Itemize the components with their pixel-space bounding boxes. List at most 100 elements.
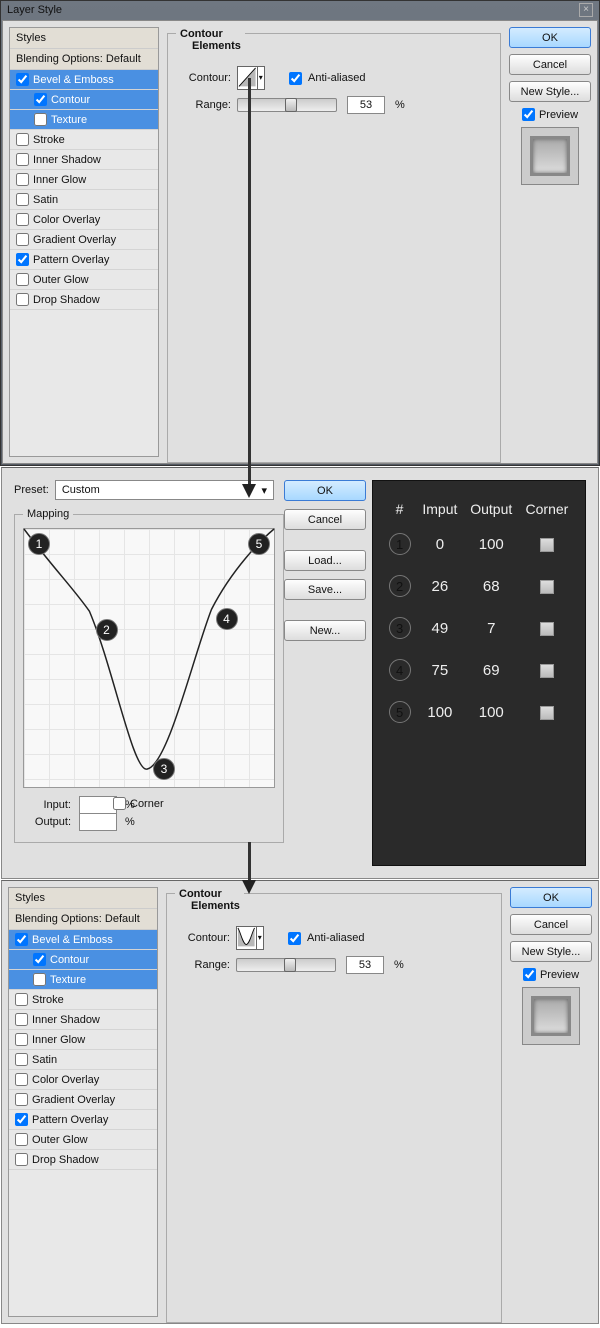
editor-ok-button[interactable]: OK: [284, 480, 366, 501]
preset-label: Preset:: [14, 484, 49, 496]
blending-options[interactable]: Blending Options: Default: [10, 49, 158, 70]
style-checkbox[interactable]: [16, 73, 29, 86]
style-checkbox[interactable]: [16, 153, 29, 166]
style-item[interactable]: Texture: [10, 110, 158, 130]
contour-picker[interactable]: ▾: [236, 926, 264, 950]
style-checkbox[interactable]: [16, 253, 29, 266]
style-item[interactable]: Texture: [9, 970, 157, 990]
corner-box[interactable]: [540, 580, 554, 594]
range-slider[interactable]: [237, 98, 337, 112]
style-checkbox[interactable]: [15, 1153, 28, 1166]
style-item[interactable]: Gradient Overlay: [10, 230, 158, 250]
style-item[interactable]: Gradient Overlay: [9, 1090, 157, 1110]
style-item[interactable]: Satin: [9, 1050, 157, 1070]
curve-point-3[interactable]: 3: [153, 758, 175, 780]
cancel-button[interactable]: Cancel: [509, 54, 591, 75]
curve-point-5[interactable]: 5: [248, 533, 270, 555]
style-item[interactable]: Drop Shadow: [10, 290, 158, 310]
style-item[interactable]: Bevel & Emboss: [10, 70, 158, 90]
ok-button[interactable]: OK: [510, 887, 592, 908]
style-checkbox[interactable]: [15, 1093, 28, 1106]
style-item[interactable]: Stroke: [10, 130, 158, 150]
style-label: Color Overlay: [32, 1074, 99, 1086]
range-input[interactable]: [346, 956, 384, 974]
range-slider[interactable]: [236, 958, 336, 972]
preview-checkbox[interactable]: [523, 968, 536, 981]
style-checkbox[interactable]: [16, 173, 29, 186]
style-label: Stroke: [33, 134, 65, 146]
style-checkbox[interactable]: [15, 1013, 28, 1026]
style-label: Inner Shadow: [32, 1014, 100, 1026]
style-item[interactable]: Inner Glow: [9, 1030, 157, 1050]
range-input[interactable]: [347, 96, 385, 114]
new-style-button[interactable]: New Style...: [509, 81, 591, 102]
style-item[interactable]: Outer Glow: [9, 1130, 157, 1150]
style-label: Satin: [32, 1054, 57, 1066]
corner-checkbox[interactable]: [113, 797, 126, 810]
style-item[interactable]: Inner Glow: [10, 170, 158, 190]
chevron-down-icon[interactable]: ▾: [256, 927, 263, 949]
style-label: Gradient Overlay: [32, 1094, 115, 1106]
load-button[interactable]: Load...: [284, 550, 366, 571]
curve-point-1[interactable]: 1: [28, 533, 50, 555]
style-label: Contour: [50, 954, 89, 966]
style-label: Texture: [50, 974, 86, 986]
style-checkbox[interactable]: [15, 1033, 28, 1046]
cancel-button[interactable]: Cancel: [510, 914, 592, 935]
style-checkbox[interactable]: [33, 973, 46, 986]
style-item[interactable]: Stroke: [9, 990, 157, 1010]
style-checkbox[interactable]: [16, 133, 29, 146]
table-row: 10100: [383, 523, 575, 565]
style-checkbox[interactable]: [33, 953, 46, 966]
corner-box[interactable]: [540, 622, 554, 636]
preview-checkbox[interactable]: [522, 108, 535, 121]
style-checkbox[interactable]: [15, 1113, 28, 1126]
style-checkbox[interactable]: [34, 93, 47, 106]
style-item[interactable]: Pattern Overlay: [9, 1110, 157, 1130]
style-item[interactable]: Inner Shadow: [10, 150, 158, 170]
style-checkbox[interactable]: [15, 933, 28, 946]
style-checkbox[interactable]: [15, 1073, 28, 1086]
save-button[interactable]: Save...: [284, 579, 366, 600]
style-item[interactable]: Outer Glow: [10, 270, 158, 290]
curve-canvas[interactable]: 1 2 3 4 5: [23, 528, 275, 788]
style-item[interactable]: Contour: [9, 950, 157, 970]
input-field[interactable]: [79, 796, 117, 814]
style-item[interactable]: Inner Shadow: [9, 1010, 157, 1030]
curve-point-4[interactable]: 4: [216, 608, 238, 630]
style-item[interactable]: Bevel & Emboss: [9, 930, 157, 950]
style-checkbox[interactable]: [16, 273, 29, 286]
corner-box[interactable]: [540, 706, 554, 720]
style-checkbox[interactable]: [16, 233, 29, 246]
corner-box[interactable]: [540, 664, 554, 678]
antialias-checkbox[interactable]: [288, 932, 301, 945]
style-item[interactable]: Drop Shadow: [9, 1150, 157, 1170]
preset-select[interactable]: Custom ▾: [55, 480, 274, 500]
antialias-checkbox[interactable]: [289, 72, 302, 85]
styles-panel: Styles Blending Options: Default Bevel &…: [9, 27, 159, 457]
output-field[interactable]: [79, 813, 117, 831]
contour-picker[interactable]: ▾: [237, 66, 265, 90]
editor-cancel-button[interactable]: Cancel: [284, 509, 366, 530]
style-checkbox[interactable]: [16, 213, 29, 226]
style-checkbox[interactable]: [15, 993, 28, 1006]
style-checkbox[interactable]: [16, 193, 29, 206]
style-item[interactable]: Contour: [10, 90, 158, 110]
close-icon[interactable]: ×: [579, 3, 593, 17]
chevron-down-icon[interactable]: ▾: [257, 67, 264, 89]
curve-point-2[interactable]: 2: [96, 619, 118, 641]
style-item[interactable]: Color Overlay: [10, 210, 158, 230]
style-item[interactable]: Satin: [10, 190, 158, 210]
style-checkbox[interactable]: [34, 113, 47, 126]
style-item[interactable]: Pattern Overlay: [10, 250, 158, 270]
new-style-button[interactable]: New Style...: [510, 941, 592, 962]
preview-thumbnail: [522, 987, 580, 1045]
style-item[interactable]: Color Overlay: [9, 1070, 157, 1090]
style-checkbox[interactable]: [15, 1133, 28, 1146]
style-checkbox[interactable]: [15, 1053, 28, 1066]
style-checkbox[interactable]: [16, 293, 29, 306]
new-button[interactable]: New...: [284, 620, 366, 641]
ok-button[interactable]: OK: [509, 27, 591, 48]
contour-group: ContourElements Contour: ▾ Anti-aliased …: [167, 33, 501, 463]
corner-box[interactable]: [540, 538, 554, 552]
